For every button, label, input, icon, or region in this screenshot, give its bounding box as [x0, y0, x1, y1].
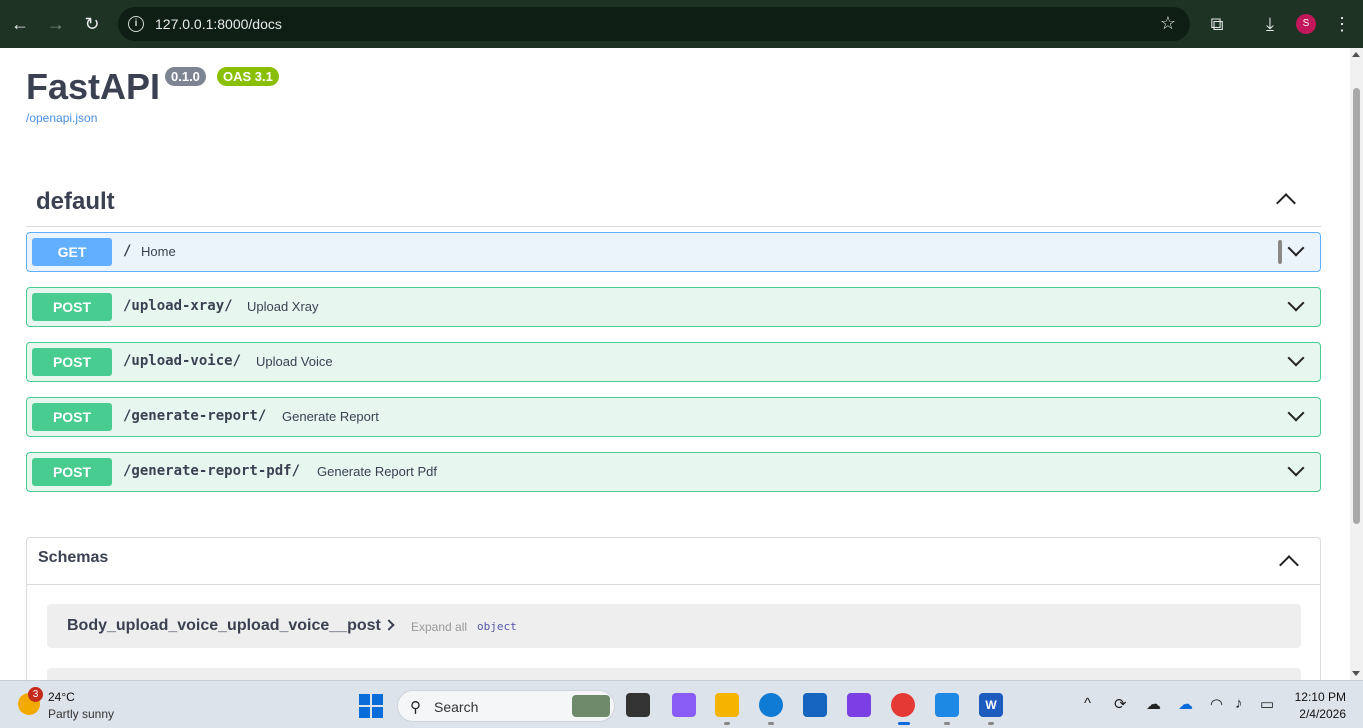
search-label: Search: [434, 699, 479, 715]
section-title[interactable]: default: [36, 188, 115, 216]
operation-path: /upload-xray/: [123, 298, 233, 314]
operation-path: /upload-voice/: [123, 353, 242, 369]
operation-summary: Upload Voice: [256, 354, 333, 369]
browser-toolbar: ← → ↻ i 127.0.0.1:8000/docs ☆ ⧉ ⤓ S ⋮: [0, 0, 1363, 48]
app-icon[interactable]: [847, 693, 871, 717]
address-url[interactable]: 127.0.0.1:8000/docs: [155, 16, 282, 32]
clock[interactable]: 12:10 PM 2/4/2026: [1288, 690, 1346, 721]
active-indicator: [898, 722, 910, 725]
address-bar[interactable]: i 127.0.0.1:8000/docs ☆: [118, 7, 1190, 41]
expand-chevron-icon[interactable]: [1287, 349, 1305, 367]
vscode-icon[interactable]: [935, 693, 959, 717]
operation-post-upload-voice[interactable]: POST /upload-voice/ Upload Voice: [26, 342, 1321, 382]
weather-temperature[interactable]: 24°C: [48, 690, 75, 704]
schema-model[interactable]: [47, 668, 1301, 680]
method-badge: GET: [32, 238, 112, 266]
taskbar-search[interactable]: ⚲ Search: [397, 690, 615, 722]
section-divider: [26, 226, 1321, 227]
scroll-up-icon[interactable]: [1352, 52, 1360, 57]
operation-get-home[interactable]: GET / Home: [26, 232, 1321, 272]
operation-summary: Generate Report Pdf: [317, 464, 437, 479]
running-indicator: [944, 722, 950, 725]
running-indicator: [724, 722, 730, 725]
clock-date: 2/4/2026: [1299, 707, 1346, 721]
expand-chevron-icon[interactable]: [1287, 239, 1305, 257]
chrome-icon[interactable]: [891, 693, 915, 717]
model-name[interactable]: Body_upload_voice_upload_voice__post: [67, 617, 381, 635]
operation-path: /generate-report-pdf/: [123, 463, 301, 479]
expand-all-button[interactable]: Expand all: [411, 620, 467, 634]
operation-summary: Home: [141, 244, 176, 259]
cloud-off-icon[interactable]: ☁: [1146, 695, 1161, 713]
weather-badge: 3: [28, 687, 43, 702]
back-icon[interactable]: ←: [8, 12, 32, 36]
word-icon[interactable]: W: [979, 693, 1003, 717]
weather-condition[interactable]: Partly sunny: [48, 707, 114, 721]
clock-time: 12:10 PM: [1294, 690, 1346, 704]
method-badge: POST: [32, 458, 112, 486]
expand-chevron-icon[interactable]: [1287, 404, 1305, 422]
volume-icon[interactable]: ♪: [1235, 695, 1243, 712]
version-badge: 0.1.0: [165, 67, 206, 86]
copilot-icon[interactable]: [672, 693, 696, 717]
collapse-schemas-icon[interactable]: [1279, 555, 1299, 575]
edge-icon[interactable]: [759, 693, 783, 717]
wifi-icon[interactable]: ◠: [1210, 695, 1223, 713]
info-icon[interactable]: i: [128, 16, 144, 32]
sync-icon[interactable]: ⟳: [1114, 695, 1127, 713]
extensions-icon[interactable]: ⧉: [1205, 12, 1229, 36]
operation-path: /: [123, 243, 132, 259]
method-badge: POST: [32, 293, 112, 321]
task-view-icon[interactable]: [626, 693, 650, 717]
store-icon[interactable]: [803, 693, 827, 717]
openapi-link[interactable]: /openapi.json: [26, 111, 97, 125]
collapse-section-icon[interactable]: [1276, 193, 1296, 213]
schemas-panel: Schemas Body_upload_voice_upload_voice__…: [26, 537, 1321, 680]
battery-icon[interactable]: ▭: [1260, 695, 1274, 713]
file-explorer-icon[interactable]: [715, 693, 739, 717]
drag-handle[interactable]: [1278, 240, 1282, 264]
operation-post-upload-xray[interactable]: POST /upload-xray/ Upload Xray: [26, 287, 1321, 327]
operation-summary: Generate Report: [282, 409, 379, 424]
windows-taskbar: 3 24°C Partly sunny ⚲ Search W ^ ⟳ ☁ ☁ ◠…: [0, 680, 1363, 728]
expand-chevron-icon[interactable]: [1287, 459, 1305, 477]
reload-icon[interactable]: ↻: [80, 12, 104, 36]
search-icon: ⚲: [410, 699, 421, 716]
expand-chevron-icon[interactable]: [1287, 294, 1305, 312]
operation-post-generate-report[interactable]: POST /generate-report/ Generate Report: [26, 397, 1321, 437]
menu-icon[interactable]: ⋮: [1330, 12, 1354, 36]
scrollbar-thumb[interactable]: [1353, 88, 1360, 524]
swagger-page: FastAPI 0.1.0 OAS 3.1 /openapi.json defa…: [0, 48, 1350, 680]
page-scrollbar[interactable]: [1350, 48, 1363, 680]
running-indicator: [988, 722, 994, 725]
method-badge: POST: [32, 348, 112, 376]
forward-icon[interactable]: →: [44, 12, 68, 36]
schemas-title[interactable]: Schemas: [38, 549, 108, 567]
api-title: FastAPI: [26, 66, 161, 107]
bookmark-star-icon[interactable]: ☆: [1160, 13, 1176, 34]
model-type: object: [477, 620, 517, 633]
schema-model[interactable]: Body_upload_voice_upload_voice__post Exp…: [47, 604, 1301, 648]
profile-avatar[interactable]: S: [1296, 14, 1316, 34]
show-hidden-icons-icon[interactable]: ^: [1084, 695, 1091, 712]
method-badge: POST: [32, 403, 112, 431]
scroll-down-icon[interactable]: [1352, 671, 1360, 676]
downloads-icon[interactable]: ⤓: [1258, 12, 1282, 36]
search-highlight-image: [572, 695, 610, 717]
expand-arrow-icon[interactable]: [383, 619, 395, 631]
operation-post-generate-report-pdf[interactable]: POST /generate-report-pdf/ Generate Repo…: [26, 452, 1321, 492]
operation-summary: Upload Xray: [247, 299, 319, 314]
oas-badge: OAS 3.1: [217, 67, 279, 86]
operation-path: /generate-report/: [123, 408, 267, 424]
running-indicator: [768, 722, 774, 725]
schemas-divider: [27, 584, 1320, 585]
start-icon[interactable]: [359, 694, 383, 718]
onedrive-icon[interactable]: ☁: [1178, 695, 1193, 713]
